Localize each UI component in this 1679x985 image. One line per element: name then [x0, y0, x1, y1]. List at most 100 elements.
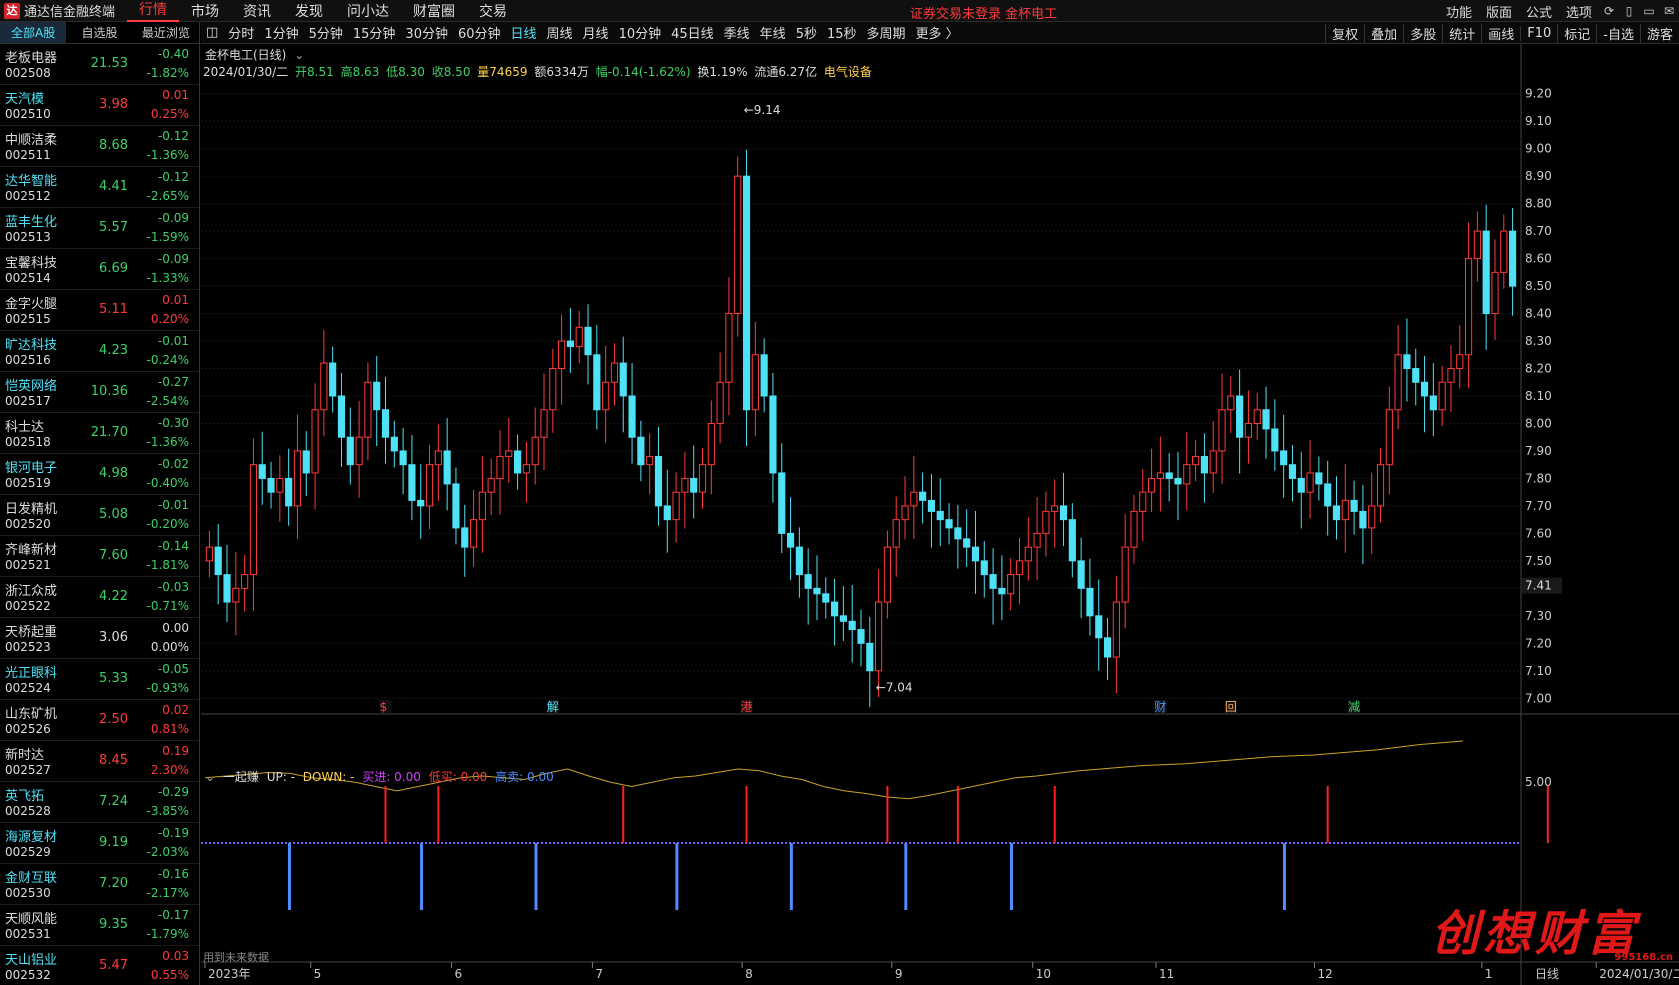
stock-pct: 0.81% — [150, 722, 189, 736]
period-tab-14[interactable]: 15秒 — [822, 23, 862, 42]
period-tab-5[interactable]: 60分钟 — [453, 23, 506, 42]
period-tab-2[interactable]: 5分钟 — [304, 23, 348, 42]
stock-row[interactable]: 天顺风能 002531 9.35 -0.17 -1.79% — [0, 905, 199, 946]
stock-pct: -3.85% — [146, 804, 189, 818]
right-menu-item-0[interactable]: 功能 — [1439, 2, 1479, 21]
y-tick-label: 7.20 — [1525, 636, 1552, 650]
chevron-down-icon[interactable]: ⌄ — [205, 770, 215, 784]
menu-item-0[interactable]: 行情 — [127, 0, 180, 22]
monitor-icon[interactable]: ▭ — [1639, 4, 1659, 18]
stock-row[interactable]: 恺英网络 002517 10.36 -0.27 -2.54% — [0, 372, 199, 413]
stock-price: 5.57 — [99, 220, 128, 235]
mail-icon[interactable]: ✉ — [1659, 4, 1679, 18]
stock-row[interactable]: 新时达 002527 8.45 0.19 2.30% — [0, 741, 199, 782]
stock-change: -0.19 — [157, 826, 189, 840]
candle-body — [1174, 477, 1182, 485]
toolbar-action-7[interactable]: -自选 — [1596, 23, 1640, 43]
sidebar-tab-2[interactable]: 最近浏览 — [133, 22, 199, 43]
candle-body — [1491, 271, 1499, 315]
stock-row[interactable]: 达华智能 002512 4.41 -0.12 -2.65% — [0, 167, 199, 208]
stock-row[interactable]: 金字火腿 002515 5.11 0.01 0.20% — [0, 290, 199, 331]
candle-body — [496, 455, 504, 479]
toolbar-action-6[interactable]: 标记 — [1557, 23, 1596, 43]
stock-row[interactable]: 老板电器 002508 21.53 -0.40 -1.82% — [0, 44, 199, 85]
stock-code: 002515 — [5, 312, 51, 326]
period-tab-8[interactable]: 月线 — [578, 23, 614, 42]
period-tab-11[interactable]: 季线 — [719, 23, 755, 42]
candle-body — [646, 455, 654, 466]
menu-item-2[interactable]: 资讯 — [231, 1, 283, 21]
stock-row[interactable]: 旷达科技 002516 4.23 -0.01 -0.24% — [0, 331, 199, 372]
y-tick-label: 9.20 — [1525, 87, 1552, 101]
period-tab-0[interactable]: 分时 — [223, 23, 259, 42]
stock-row[interactable]: 天山铝业 002532 5.47 0.03 0.55% — [0, 946, 199, 985]
stock-row[interactable]: 蓝丰生化 002513 5.57 -0.09 -1.59% — [0, 208, 199, 249]
sidebar-tab-0[interactable]: 全部A股 — [0, 22, 67, 43]
period-tab-10[interactable]: 45日线 — [666, 23, 719, 42]
stock-row[interactable]: 浙江众成 002522 4.22 -0.03 -0.71% — [0, 577, 199, 618]
stock-row[interactable]: 天汽模 002510 3.98 0.01 0.25% — [0, 85, 199, 126]
menu-item-1[interactable]: 市场 — [179, 1, 231, 21]
stock-row[interactable]: 天桥起重 002523 3.06 0.00 0.00% — [0, 618, 199, 659]
candle-body — [892, 519, 900, 548]
stock-change: -0.09 — [157, 211, 189, 225]
stock-row[interactable]: 科士达 002518 21.70 -0.30 -1.36% — [0, 413, 199, 454]
candle-body — [1086, 587, 1094, 617]
candle-body — [707, 422, 715, 466]
sidebar-tab-1[interactable]: 自选股 — [66, 22, 132, 43]
refresh-icon[interactable]: ⟳ — [1599, 4, 1619, 18]
period-tab-16[interactable]: 更多 〉 — [911, 23, 964, 42]
period-tab-9[interactable]: 10分钟 — [614, 23, 667, 42]
stock-row[interactable]: 齐峰新材 002521 7.60 -0.14 -1.81% — [0, 536, 199, 577]
info-sector[interactable]: 电气设备 — [824, 65, 872, 79]
period-tab-6[interactable]: 日线 — [506, 23, 542, 42]
stock-price: 4.98 — [99, 466, 128, 481]
candle-body — [285, 477, 293, 507]
toolbar-action-5[interactable]: F10 — [1520, 25, 1557, 41]
menubar: 达 通达信金融终端 行情 市场 资讯 发现 问小达 财富圈 交易 证券交易未登录 金杯电工 … — [0, 0, 1679, 22]
stock-row[interactable]: 日发精机 002520 5.08 -0.01 -0.20% — [0, 495, 199, 536]
y-tick-label: 9.00 — [1525, 142, 1552, 156]
toolbar-action-0[interactable]: 复权 — [1325, 23, 1364, 43]
stock-row[interactable]: 银河电子 002519 4.98 -0.02 -0.40% — [0, 454, 199, 495]
menu-item-6[interactable]: 交易 — [467, 1, 519, 21]
stock-pct: -0.40% — [146, 476, 189, 490]
right-menu-item-3[interactable]: 选项 — [1559, 2, 1599, 21]
toolbar-action-8[interactable]: 游客 — [1639, 23, 1679, 43]
stock-name: 老板电器 — [5, 51, 58, 66]
menu-item-5[interactable]: 财富圈 — [401, 1, 467, 21]
quote-info-line: 2024/01/30/二 开8.51 高8.63 低8.30 收8.50 量74… — [203, 63, 875, 80]
stock-row[interactable]: 英飞拓 002528 7.24 -0.29 -3.85% — [0, 782, 199, 823]
right-menu-item-1[interactable]: 版面 — [1479, 2, 1519, 21]
menu-item-3[interactable]: 发现 — [283, 1, 335, 21]
toolbar-action-2[interactable]: 多股 — [1403, 23, 1442, 43]
chevron-down-icon[interactable]: ⌄ — [294, 48, 304, 62]
stock-row[interactable]: 宝馨科技 002514 6.69 -0.09 -1.33% — [0, 249, 199, 290]
kline-chart[interactable]: 9.20 9.10 9.00 8.90 8.80 8.70 8.60 8.50 8.40 8.30… — [201, 44, 1679, 985]
info-close: 收8.50 — [431, 65, 471, 79]
panel-toggle-icon[interactable]: ◫ — [201, 25, 223, 40]
stock-row[interactable]: 山东矿机 002526 2.50 0.02 0.81% — [0, 700, 199, 741]
stock-price: 7.60 — [99, 548, 128, 563]
menu-item-4[interactable]: 问小达 — [335, 1, 401, 21]
period-tab-12[interactable]: 年线 — [755, 23, 791, 42]
period-tab-1[interactable]: 1分钟 — [259, 23, 303, 42]
stock-row[interactable]: 金财互联 002530 7.20 -0.16 -2.17% — [0, 864, 199, 905]
toolbar-action-1[interactable]: 叠加 — [1364, 23, 1403, 43]
period-tab-3[interactable]: 15分钟 — [348, 23, 401, 42]
indicator-name[interactable]: 一起赚 — [223, 770, 259, 784]
chart-area[interactable]: 9.20 9.10 9.00 8.90 8.80 8.70 8.60 8.50 8.40 8.30… — [201, 44, 1679, 985]
right-menu-item-2[interactable]: 公式 — [1519, 2, 1559, 21]
phone-icon[interactable]: ▯ — [1619, 4, 1639, 18]
stock-row[interactable]: 中顺洁柔 002511 8.68 -0.12 -1.36% — [0, 126, 199, 167]
toolbar-action-3[interactable]: 统计 — [1442, 23, 1481, 43]
period-tab-13[interactable]: 5秒 — [791, 23, 822, 42]
stock-name: 金财互联 — [5, 871, 58, 886]
stock-row[interactable]: 海源复材 002529 9.19 -0.19 -2.03% — [0, 823, 199, 864]
period-tab-7[interactable]: 周线 — [542, 23, 578, 42]
stock-name: 新时达 — [5, 748, 45, 763]
stock-row[interactable]: 光正眼科 002524 5.33 -0.05 -0.93% — [0, 659, 199, 700]
period-tab-15[interactable]: 多周期 — [862, 23, 911, 42]
period-tab-4[interactable]: 30分钟 — [400, 23, 453, 42]
toolbar-action-4[interactable]: 画线 — [1481, 23, 1520, 43]
